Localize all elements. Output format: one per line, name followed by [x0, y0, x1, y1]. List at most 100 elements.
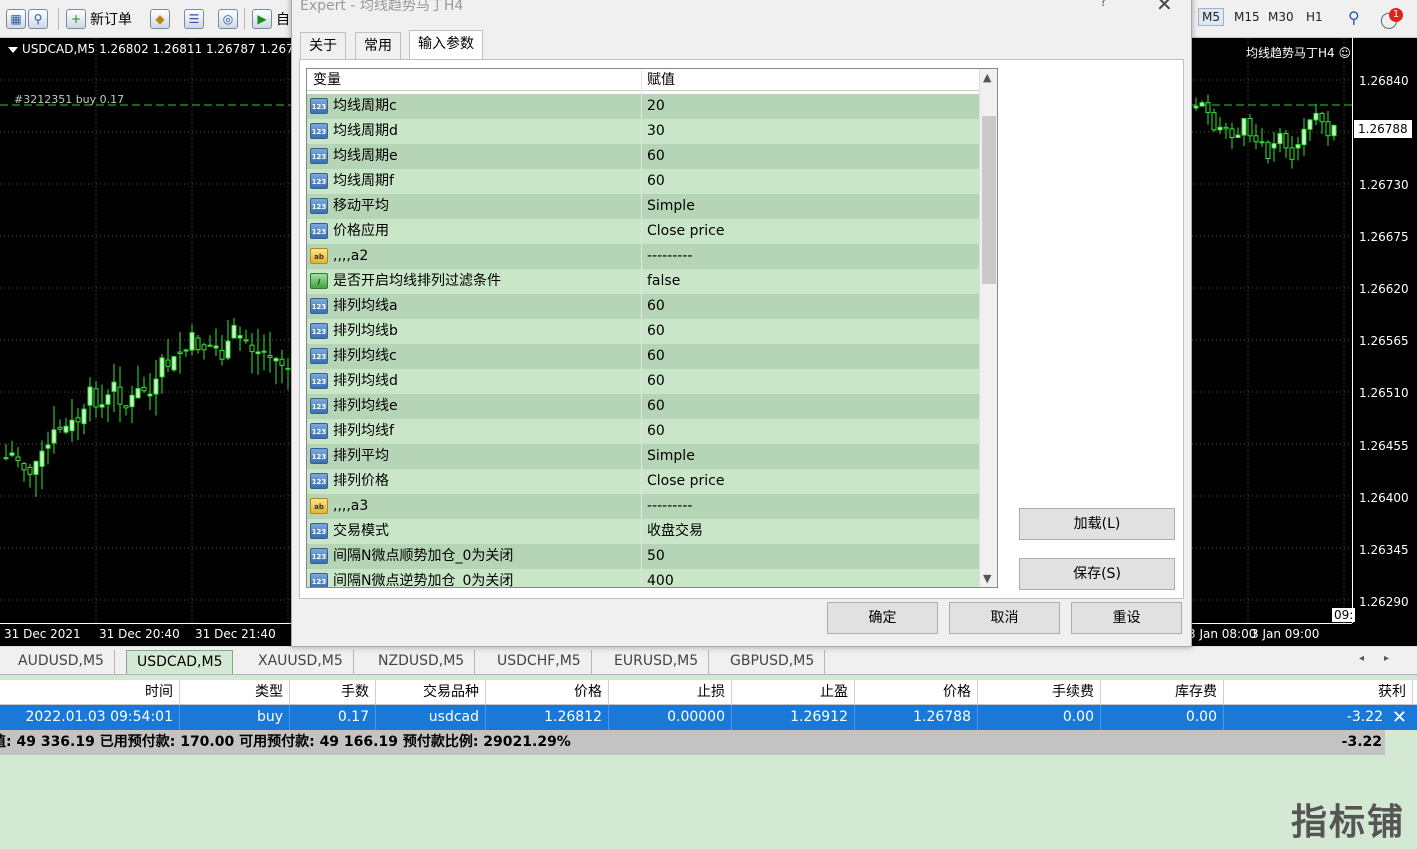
toolbar-button-3[interactable]: ◆: [150, 7, 170, 31]
timeframe-m30[interactable]: M30: [1268, 10, 1294, 24]
cancel-button[interactable]: 取消: [949, 602, 1060, 634]
param-row[interactable]: 123 价格应用 Close price: [307, 219, 979, 244]
new-order-button[interactable]: + 新订单: [66, 7, 132, 31]
col-price[interactable]: 价格: [486, 680, 609, 705]
param-value[interactable]: Simple: [647, 444, 695, 469]
param-value[interactable]: Simple: [647, 194, 695, 219]
param-value[interactable]: 60: [647, 294, 665, 319]
param-row[interactable]: 123 排列均线c 60: [307, 344, 979, 369]
toolbar-button-4[interactable]: ☰: [184, 7, 204, 31]
param-value[interactable]: 60: [647, 144, 665, 169]
timeframe-m5[interactable]: M5: [1198, 8, 1224, 26]
candle-body: [207, 344, 213, 347]
trade-row[interactable]: 2022.01.03 09:54:01 buy 0.17 usdcad 1.26…: [0, 705, 1417, 730]
param-row[interactable]: ab ,,,,a3 ---------: [307, 494, 979, 519]
param-name: 排列均线b: [333, 323, 398, 339]
search-icon[interactable]: ⚲: [1348, 8, 1360, 27]
param-value[interactable]: 50: [647, 544, 665, 569]
param-row[interactable]: 123 排列均线e 60: [307, 394, 979, 419]
param-value[interactable]: 30: [647, 119, 665, 144]
scrollbar-thumb[interactable]: [982, 116, 996, 284]
param-row[interactable]: 123 排列价格 Close price: [307, 469, 979, 494]
param-row[interactable]: 123 间隔N微点顺势加仓_0为关闭 50: [307, 544, 979, 569]
col-symbol[interactable]: 交易品种: [376, 680, 486, 705]
param-row[interactable]: 123 均线周期d 30: [307, 119, 979, 144]
tab-usdcad[interactable]: USDCAD,M5: [126, 650, 234, 674]
param-value[interactable]: 20: [647, 94, 665, 119]
param-name: 排列均线d: [333, 373, 398, 389]
col-type[interactable]: 类型: [180, 680, 290, 705]
param-row[interactable]: ab ,,,,a2 ---------: [307, 244, 979, 269]
col-stop-loss[interactable]: 止损: [609, 680, 732, 705]
candle-body: [123, 405, 129, 409]
scroll-down-icon[interactable]: ▼: [983, 572, 991, 585]
price-label: 1.26290: [1359, 595, 1409, 609]
ok-button[interactable]: 确定: [827, 602, 938, 634]
candle-body: [117, 386, 123, 405]
param-row[interactable]: 123 均线周期f 60: [307, 169, 979, 194]
param-value[interactable]: 60: [647, 169, 665, 194]
trade-open-price: 1.26812: [486, 705, 609, 730]
param-row[interactable]: 123 均线周期e 60: [307, 144, 979, 169]
tab-xauusd[interactable]: XAUUSD,M5: [248, 650, 354, 674]
close-icon[interactable]: ✕: [1156, 0, 1173, 16]
tab-scroll-arrows[interactable]: ◂▸: [1359, 653, 1409, 664]
param-value[interactable]: Close price: [647, 219, 724, 244]
save-button[interactable]: 保存(S): [1019, 558, 1175, 590]
col-time[interactable]: 时间: [0, 680, 180, 705]
help-button[interactable]: ?: [1100, 0, 1107, 10]
param-value[interactable]: false: [647, 269, 680, 294]
param-row[interactable]: 123 排列平均 Simple: [307, 444, 979, 469]
param-value[interactable]: 收盘交易: [647, 519, 703, 544]
col-current-price[interactable]: 价格: [855, 680, 978, 705]
col-value[interactable]: 赋值: [641, 69, 675, 91]
candle-body: [51, 429, 57, 444]
param-value[interactable]: Close price: [647, 469, 724, 494]
tab-about[interactable]: 关于: [300, 32, 346, 59]
toolbar-button-1[interactable]: ▦: [6, 7, 26, 31]
tab-gbpusd[interactable]: GBPUSD,M5: [720, 650, 826, 674]
tab-usdchf[interactable]: USDCHF,M5: [487, 650, 592, 674]
auto-trading-button[interactable]: ▶ 自: [252, 7, 290, 31]
param-value[interactable]: 60: [647, 394, 665, 419]
col-take-profit[interactable]: 止盈: [732, 680, 855, 705]
scroll-up-icon[interactable]: ▲: [983, 71, 991, 84]
toolbar-button-2[interactable]: ⚲: [28, 7, 48, 31]
timeframe-m15[interactable]: M15: [1234, 10, 1260, 24]
param-row[interactable]: 123 移动平均 Simple: [307, 194, 979, 219]
tab-eurusd[interactable]: EURUSD,M5: [604, 650, 710, 674]
param-value[interactable]: 60: [647, 419, 665, 444]
param-value[interactable]: 60: [647, 344, 665, 369]
param-row[interactable]: 123 排列均线b 60: [307, 319, 979, 344]
param-row[interactable]: 123 交易模式 收盘交易: [307, 519, 979, 544]
param-value[interactable]: ---------: [647, 494, 692, 519]
col-variable[interactable]: 变量: [307, 69, 341, 91]
tab-audusd[interactable]: AUDUSD,M5: [8, 650, 115, 674]
experts-icon: ◆: [150, 9, 170, 29]
param-row[interactable]: 123 间隔N微点逆势加仓_0为关闭 400: [307, 569, 979, 587]
param-value[interactable]: ---------: [647, 244, 692, 269]
timeframe-h1[interactable]: H1: [1306, 10, 1323, 24]
param-value[interactable]: 400: [647, 569, 674, 587]
col-commission[interactable]: 手续费: [978, 680, 1101, 705]
reset-button[interactable]: 重设: [1071, 602, 1182, 634]
notifications-button[interactable]: ◯ 1: [1380, 8, 1403, 30]
candle-body: [213, 345, 219, 349]
toolbar-button-5[interactable]: ◎: [218, 7, 238, 31]
col-lots[interactable]: 手数: [290, 680, 376, 705]
param-row[interactable]: 123 排列均线f 60: [307, 419, 979, 444]
col-profit[interactable]: 获利: [1224, 680, 1413, 705]
param-value[interactable]: 60: [647, 319, 665, 344]
param-value[interactable]: 60: [647, 369, 665, 394]
load-button[interactable]: 加载(L): [1019, 508, 1175, 540]
param-row[interactable]: 123 均线周期c 20: [307, 94, 979, 119]
param-row[interactable]: 123 排列均线d 60: [307, 369, 979, 394]
tab-common[interactable]: 常用: [355, 32, 401, 59]
col-swap[interactable]: 库存费: [1101, 680, 1224, 705]
param-row[interactable]: 123 排列均线a 60: [307, 294, 979, 319]
grid-scrollbar[interactable]: ▲ ▼: [979, 69, 997, 587]
param-row[interactable]: ∕ 是否开启均线排列过滤条件 false: [307, 269, 979, 294]
tab-nzdusd[interactable]: NZDUSD,M5: [368, 650, 476, 674]
tab-inputs[interactable]: 输入参数: [409, 30, 483, 60]
close-order-icon[interactable]: ✕: [1392, 707, 1407, 728]
